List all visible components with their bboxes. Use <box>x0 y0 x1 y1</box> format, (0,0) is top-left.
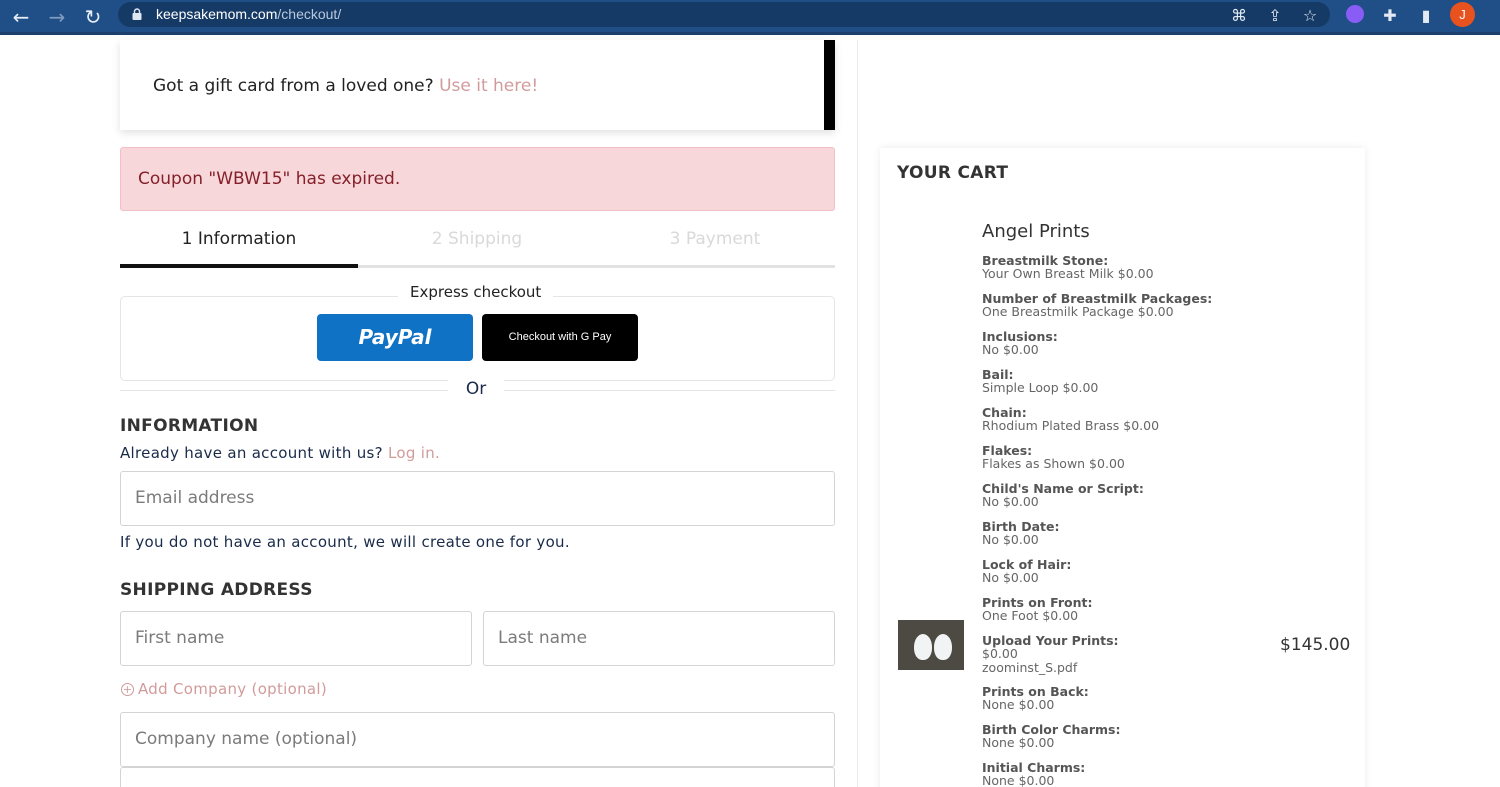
option-value: Flakes as Shown $0.00 <box>982 456 1125 471</box>
express-checkout-label: Express checkout <box>398 283 554 301</box>
cart-option: Initial Charms: None $0.00 <box>982 761 1252 787</box>
login-link[interactable]: Log in. <box>388 444 440 462</box>
option-value: None $0.00 <box>982 697 1055 712</box>
cart-option: Birth Color Charms: None $0.00 <box>982 723 1252 749</box>
cart-title: YOUR CART <box>897 163 1009 183</box>
option-file: zoominst_S.pdf <box>982 660 1078 675</box>
column-divider <box>857 40 858 787</box>
shipping-heading: SHIPPING ADDRESS <box>120 580 313 600</box>
translate-icon[interactable]: ⌘ <box>1227 4 1251 28</box>
url-path: /checkout/ <box>277 6 342 22</box>
giftcard-side-bar <box>824 40 835 130</box>
address-field[interactable] <box>120 767 835 787</box>
bookmark-star-icon[interactable]: ☆ <box>1298 4 1322 28</box>
option-value: Your Own Breast Milk $0.00 <box>982 266 1154 281</box>
step-payment[interactable]: 3 Payment <box>596 225 834 270</box>
checkout-steps: 1 Information 2 Shipping 3 Payment <box>120 225 835 270</box>
cart-option: Inclusions: No $0.00 <box>982 330 1252 356</box>
url-text: keepsakemom.com/checkout/ <box>156 2 341 27</box>
cart-option: Bail: Simple Loop $0.00 <box>982 368 1252 394</box>
product-thumbnail <box>898 620 964 670</box>
cart-option: Prints on Front: One Foot $0.00 <box>982 596 1252 622</box>
reload-icon[interactable]: ↻ <box>80 4 106 30</box>
back-arrow-icon[interactable]: ← <box>8 4 34 30</box>
option-value: No $0.00 <box>982 342 1039 357</box>
giftcard-prompt: Got a gift card from a loved one? <box>153 76 434 96</box>
option-value: One Breastmilk Package $0.00 <box>982 304 1174 319</box>
cart-option: Prints on Back: None $0.00 <box>982 685 1252 711</box>
product-name: Angel Prints <box>982 221 1090 242</box>
last-name-field[interactable]: Last name <box>483 611 835 666</box>
product-price: $145.00 <box>1280 635 1351 655</box>
email-field[interactable]: Email address <box>120 471 835 526</box>
google-pay-button[interactable]: Checkout with G Pay <box>482 314 638 361</box>
option-value: None $0.00 <box>982 773 1055 787</box>
option-value: $0.00 <box>982 646 1018 661</box>
add-company-toggle[interactable]: + Add Company (optional) <box>121 680 327 698</box>
account-prompt: Already have an account with us? <box>120 444 383 462</box>
option-value: None $0.00 <box>982 735 1055 750</box>
cart-option: Breastmilk Stone: Your Own Breast Milk $0… <box>982 254 1252 280</box>
pendant-drop-image <box>914 634 932 660</box>
company-field[interactable]: Company name (optional) <box>120 712 835 767</box>
giftcard-link[interactable]: Use it here! <box>439 76 538 96</box>
option-value: No $0.00 <box>982 494 1039 509</box>
pendant-drop-image <box>934 634 952 660</box>
coupon-expired-alert: Coupon "WBW15" has expired. <box>120 147 835 211</box>
forward-arrow-icon[interactable]: → <box>44 4 70 30</box>
address-bar[interactable]: keepsakemom.com/checkout/ <box>118 2 1330 27</box>
account-helper-text: If you do not have an account, we will c… <box>120 533 570 551</box>
profile-avatar[interactable]: J <box>1450 2 1475 27</box>
extension-icon[interactable] <box>1346 5 1364 23</box>
cart-option: Chain: Rhodium Plated Brass $0.00 <box>982 406 1252 432</box>
lock-icon <box>132 8 142 20</box>
steps-progress <box>120 264 358 268</box>
paypal-button[interactable]: PayPal <box>317 314 473 361</box>
add-company-label: Add Company (optional) <box>138 680 328 698</box>
option-value: Rhodium Plated Brass $0.00 <box>982 418 1160 433</box>
step-shipping[interactable]: 2 Shipping <box>358 225 596 270</box>
account-prompt-line: Already have an account with us? Log in. <box>120 444 440 462</box>
url-host: keepsakemom.com <box>156 6 278 22</box>
or-label: Or <box>448 379 504 399</box>
add-circle-icon: + <box>121 683 134 696</box>
browser-toolbar: ← → ↻ keepsakemom.com/checkout/ ⌘ ⇪ ☆ ✚ … <box>0 0 1500 35</box>
share-icon[interactable]: ⇪ <box>1263 4 1287 28</box>
first-name-field[interactable]: First name <box>120 611 472 666</box>
information-heading: INFORMATION <box>120 416 259 436</box>
alert-message: Coupon "WBW15" has expired. <box>138 169 401 189</box>
cart-option: Upload Your Prints: $0.00 zoominst_S.pdf <box>982 634 1252 674</box>
option-value: One Foot $0.00 <box>982 608 1079 623</box>
cart-option: Flakes: Flakes as Shown $0.00 <box>982 444 1252 470</box>
giftcard-text: Got a gift card from a loved one? Use it… <box>153 76 538 96</box>
giftcard-banner: Got a gift card from a loved one? Use it… <box>120 40 835 130</box>
option-value: No $0.00 <box>982 532 1039 547</box>
option-value: Simple Loop $0.00 <box>982 380 1099 395</box>
puzzle-extensions-icon[interactable]: ✚ <box>1378 4 1402 28</box>
express-checkout-box <box>120 296 835 381</box>
cart-option: Child's Name or Script: No $0.00 <box>982 482 1252 508</box>
cart-option: Birth Date: No $0.00 <box>982 520 1252 546</box>
cart-option: Number of Breastmilk Packages: One Breast… <box>982 292 1252 318</box>
cart-option: Lock of Hair: No $0.00 <box>982 558 1252 584</box>
option-key: Upload Your Prints: <box>982 633 1119 648</box>
option-value: No $0.00 <box>982 570 1039 585</box>
side-panel-icon[interactable]: ▮ <box>1414 4 1438 28</box>
